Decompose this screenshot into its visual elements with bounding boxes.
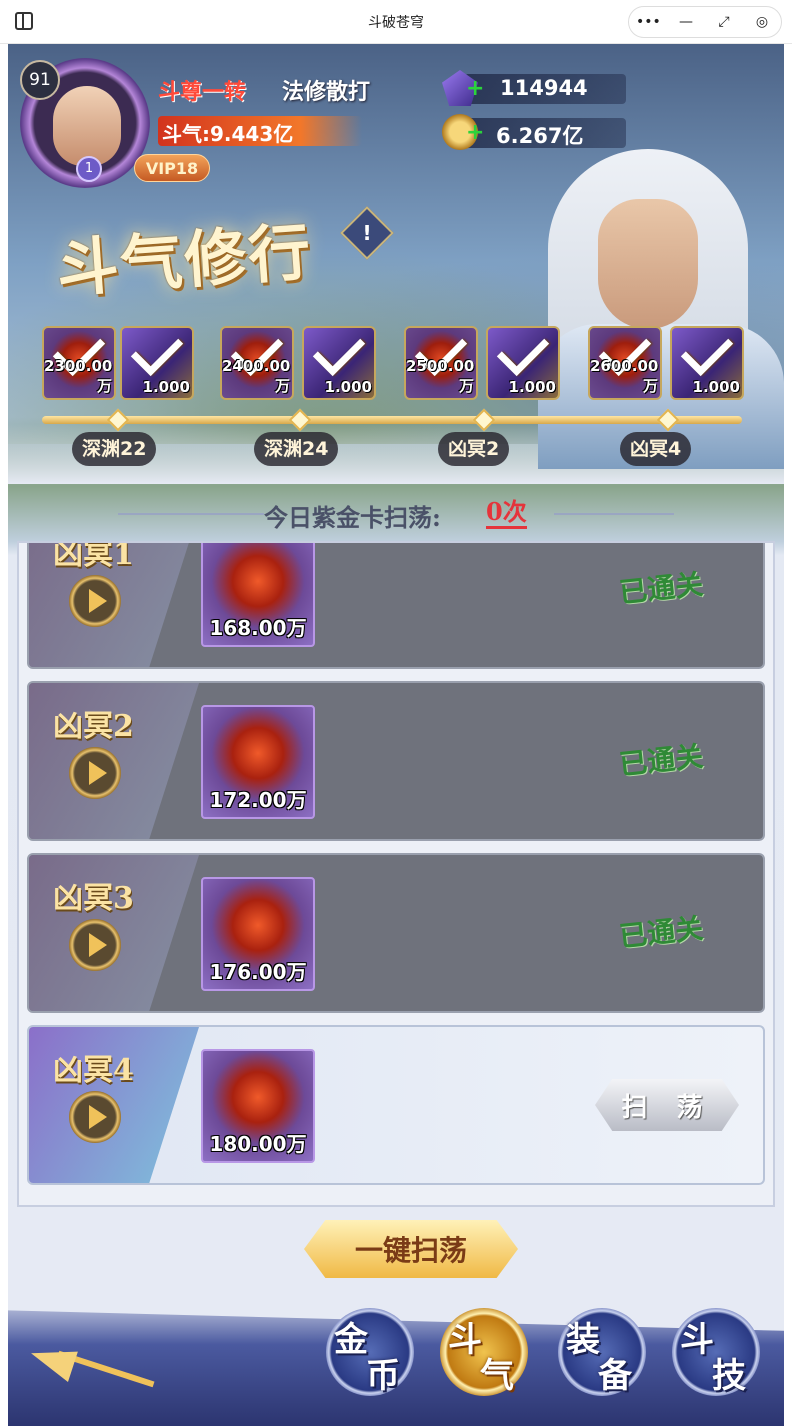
tab-char: 币 xyxy=(366,1356,400,1396)
sweep-label: 今日紫金卡扫荡: xyxy=(264,503,441,532)
level-name: 凶冥1 xyxy=(53,541,134,572)
level-row: 凶冥2 172.00万 已通关 xyxy=(27,681,765,841)
level-name: 凶冥4 xyxy=(53,1053,134,1088)
milestone-stage-label: 凶冥4 xyxy=(620,432,692,466)
title-bar: 斗破苍穹 ••• — ⤢ ◎ xyxy=(0,0,792,44)
tab-char: 气 xyxy=(480,1356,514,1396)
milestone-orb-reward[interactable]: 2600.00万 xyxy=(588,323,662,400)
turn-badge: 1 xyxy=(76,156,102,182)
divider-right xyxy=(554,513,674,515)
player-power: 斗气:9.443亿 xyxy=(162,122,294,146)
milestone-crystal-reward[interactable]: 1.000 xyxy=(670,323,744,400)
reward-amount: 176.00万 xyxy=(209,960,307,984)
reward-amount: 172.00万 xyxy=(209,788,307,812)
gem-amount: 114944 xyxy=(500,76,588,100)
game-screen: 91 1 VIP18 斗尊一转 法修散打 斗气:9.443亿 + + 11494… xyxy=(8,44,784,1426)
tab-dou-qi[interactable]: 斗气 xyxy=(440,1308,528,1396)
claimed-check-icon xyxy=(312,323,366,377)
play-icon[interactable] xyxy=(69,919,121,971)
level-name: 凶冥3 xyxy=(53,881,134,916)
play-icon[interactable] xyxy=(69,747,121,799)
window-capsule: ••• — ⤢ ◎ xyxy=(628,6,782,38)
vip-badge[interactable]: VIP18 xyxy=(134,154,210,182)
info-icon: ! xyxy=(362,221,372,245)
cleared-status: 已通关 xyxy=(617,567,705,610)
reward-amount: 2300.00万 xyxy=(44,357,113,395)
avatar-face xyxy=(53,86,121,166)
reward-amount: 2500.00万 xyxy=(406,357,475,395)
sweep-count: 0次 xyxy=(486,498,527,529)
claimed-check-icon xyxy=(496,323,550,377)
divider-left xyxy=(118,513,264,515)
sweep-button[interactable]: 扫 荡 xyxy=(595,1079,739,1131)
player-level-badge: 91 xyxy=(20,60,60,100)
milestone-orb-reward[interactable]: 2400.00万 xyxy=(220,323,294,400)
reward-amount: 2400.00万 xyxy=(222,357,291,395)
milestone-stage-label: 凶冥2 xyxy=(438,432,510,466)
player-class: 法修散打 xyxy=(282,80,371,105)
tab-char: 金 xyxy=(334,1320,368,1360)
tab-char: 斗 xyxy=(448,1320,482,1360)
player-rank: 斗尊一转 xyxy=(158,80,247,105)
claimed-check-icon xyxy=(130,323,184,377)
level-row: 凶冥3 176.00万 已通关 xyxy=(27,853,765,1013)
claimed-check-icon xyxy=(680,323,734,377)
level-row: 凶冥4 180.00万 扫 荡 xyxy=(27,1025,765,1185)
reward-amount: 1.000 xyxy=(692,378,740,396)
close-icon[interactable]: ◎ xyxy=(750,15,774,29)
back-arrow-icon[interactable] xyxy=(26,1334,166,1404)
arrow-head xyxy=(26,1337,78,1383)
milestone-crystal-reward[interactable]: 1.000 xyxy=(120,323,194,400)
milestone-stage-label: 深渊24 xyxy=(254,432,339,466)
coin-amount: 6.267亿 xyxy=(496,124,584,148)
milestone-orb-reward[interactable]: 2300.00万 xyxy=(42,323,116,400)
milestone-crystal-reward[interactable]: 1.000 xyxy=(486,323,560,400)
add-gem-icon[interactable]: + xyxy=(466,76,484,101)
reward-item[interactable]: 180.00万 xyxy=(201,1049,315,1163)
minimize-icon[interactable]: — xyxy=(674,15,698,29)
tab-skills[interactable]: 斗技 xyxy=(672,1308,760,1396)
level-name: 凶冥2 xyxy=(53,709,134,744)
milestone-orb-reward[interactable]: 2500.00万 xyxy=(404,323,478,400)
reward-amount: 1.000 xyxy=(324,378,372,396)
tab-char: 装 xyxy=(566,1320,600,1360)
tab-equipment[interactable]: 装备 xyxy=(558,1308,646,1396)
reward-item[interactable]: 172.00万 xyxy=(201,705,315,819)
tab-coins[interactable]: 金币 xyxy=(326,1308,414,1396)
add-coin-icon[interactable]: + xyxy=(466,120,484,145)
page-title: 斗气修行 xyxy=(54,215,315,306)
restore-icon[interactable]: ⤢ xyxy=(712,15,736,29)
reward-amount: 180.00万 xyxy=(209,1132,307,1156)
reward-amount: 1.000 xyxy=(508,378,556,396)
cleared-status: 已通关 xyxy=(617,911,705,954)
reward-amount: 2600.00万 xyxy=(590,357,659,395)
play-icon[interactable] xyxy=(69,1091,121,1143)
character-face xyxy=(598,199,698,329)
level-row: 凶冥1 168.00万 已通关 xyxy=(27,541,765,669)
reward-amount: 168.00万 xyxy=(209,616,307,640)
milestone-crystal-reward[interactable]: 1.000 xyxy=(302,323,376,400)
tab-char: 备 xyxy=(598,1356,632,1396)
progress-track xyxy=(42,416,742,424)
milestone-stage-label: 深渊22 xyxy=(72,432,157,466)
reward-item[interactable]: 176.00万 xyxy=(201,877,315,991)
more-icon[interactable]: ••• xyxy=(636,15,661,29)
reward-amount: 1.000 xyxy=(142,378,190,396)
cleared-status: 已通关 xyxy=(617,739,705,782)
reward-item[interactable]: 168.00万 xyxy=(201,543,315,647)
tab-char: 技 xyxy=(712,1356,746,1396)
level-list[interactable]: 凶冥1 168.00万 已通关 凶冥2 172.00万 已通关 凶冥3 176.… xyxy=(17,541,775,1207)
tab-char: 斗 xyxy=(680,1320,714,1360)
one-key-sweep-button[interactable]: 一键扫荡 xyxy=(304,1220,518,1278)
play-icon[interactable] xyxy=(69,575,121,627)
